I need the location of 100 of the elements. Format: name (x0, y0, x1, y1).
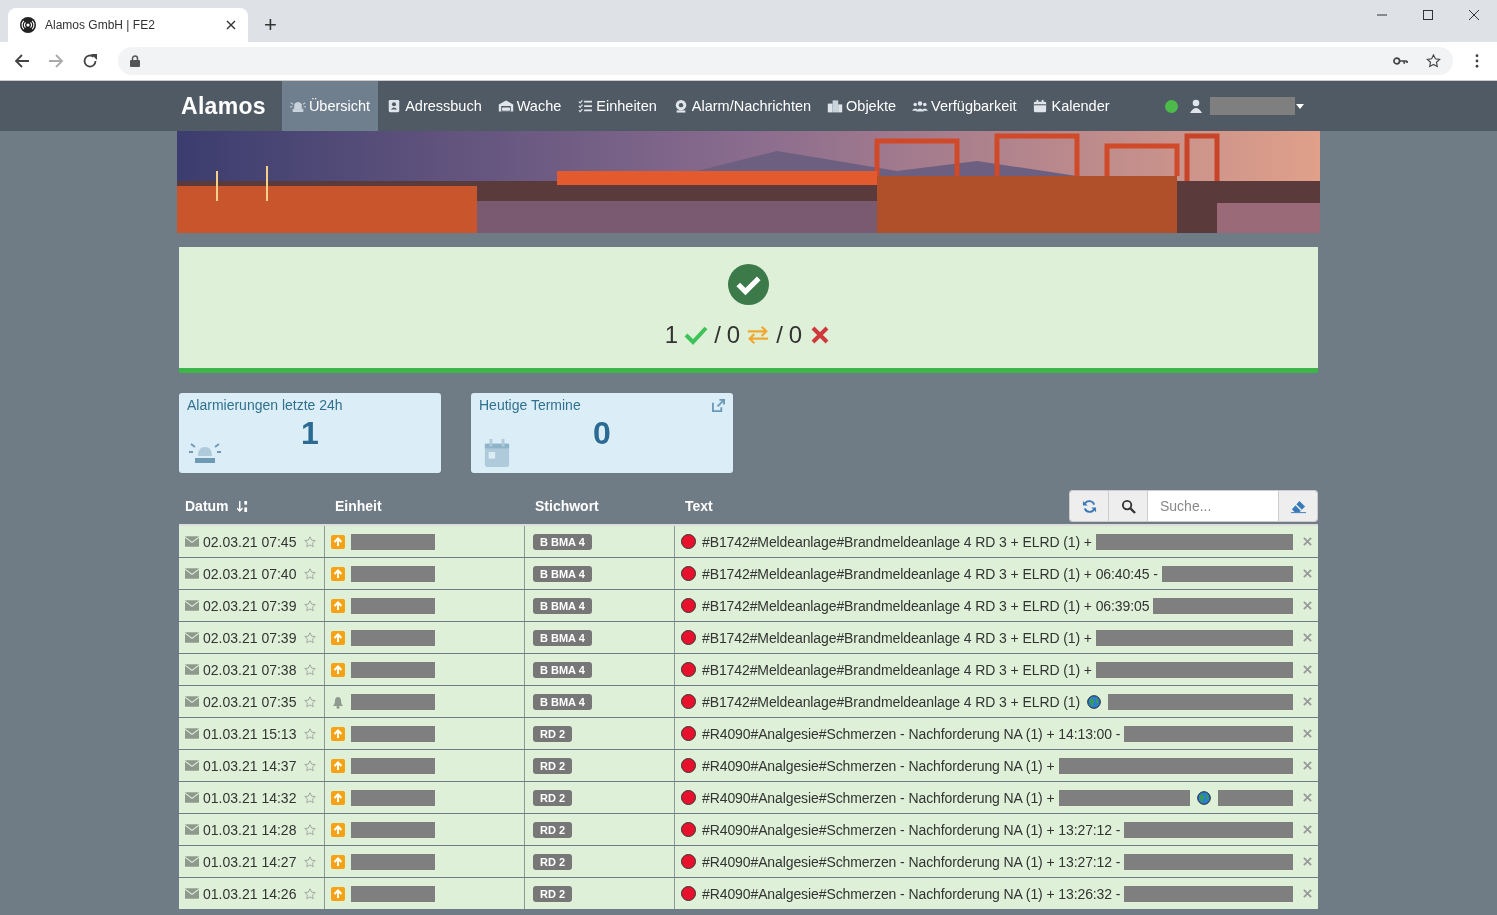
message-text: #B1742#Meldeanlage#Brandmeldeanlage 4 RD 3 + ELRD (1) + 06:39:05 (702, 597, 1150, 614)
message-text: #R4090#Analgesie#Schmerzen - Nachforderung NA (1) + 13:27:12 - (702, 853, 1121, 870)
star-icon[interactable] (304, 887, 317, 900)
star-icon[interactable] (304, 823, 317, 836)
star-icon[interactable] (304, 695, 317, 708)
status-dot (681, 790, 696, 805)
star-icon[interactable] (304, 663, 317, 676)
keyword-badge: B BMA 4 (533, 597, 592, 614)
envelope-icon (185, 888, 199, 899)
message-text: #R4090#Analgesie#Schmerzen - Nachforderung NA (1) + (702, 789, 1055, 806)
key-icon[interactable] (1393, 54, 1408, 68)
envelope-icon (185, 824, 199, 835)
status-dot (681, 566, 696, 581)
status-dot (681, 726, 696, 741)
calendar-icon (1032, 99, 1049, 113)
up-arrow-icon (331, 886, 345, 901)
column-header[interactable]: Stichwort (529, 498, 679, 514)
status-dot (681, 886, 696, 901)
date-text: 02.03.21 07:40 (203, 565, 297, 582)
nav-link[interactable]: Übersicht (281, 81, 379, 131)
forward-icon[interactable] (48, 53, 64, 69)
up-arrow-icon (331, 534, 345, 549)
nav-link[interactable]: Adressbuch (378, 81, 490, 131)
keyword-badge: RD 2 (533, 789, 573, 806)
caret-icon[interactable] (1296, 103, 1304, 109)
new-tab-button[interactable]: + (260, 12, 281, 38)
date-text: 01.03.21 14:27 (203, 853, 297, 870)
external-link-icon[interactable] (712, 398, 725, 412)
swap-arrows-icon (746, 325, 771, 345)
checklist-icon (577, 99, 594, 113)
date-text: 01.03.21 14:26 (203, 885, 297, 902)
keyword-badge: RD 2 (533, 885, 573, 902)
maximize-icon[interactable] (1423, 10, 1433, 20)
nav-link[interactable]: Verfügbarkeit (904, 81, 1025, 131)
nav-link[interactable]: Wache (489, 81, 570, 131)
message-text: #B1742#Meldeanlage#Brandmeldeanlage 4 RD 3 + ELRD (1) + (702, 629, 1092, 646)
message-text: #B1742#Meldeanlage#Brandmeldeanlage 4 RD 3 + ELRD (1) + 06:40:45 - (702, 565, 1158, 582)
star-icon[interactable] (304, 599, 317, 612)
star-icon[interactable] (304, 727, 317, 740)
star-icon[interactable] (304, 567, 317, 580)
envelope-icon (185, 696, 199, 707)
keyword-badge: B BMA 4 (533, 693, 592, 710)
envelope-icon (185, 792, 199, 803)
up-arrow-icon (331, 662, 345, 677)
nav-link[interactable]: Alarm/Nachrichten (664, 81, 820, 131)
count-transfer: 0 (726, 321, 741, 349)
keyword-badge: B BMA 4 (533, 661, 592, 678)
star-icon[interactable] (304, 855, 317, 868)
close-icon[interactable] (226, 20, 236, 30)
card-title: Alarmierungen letzte 24h (187, 397, 343, 413)
message-text: #R4090#Analgesie#Schmerzen - Nachforderung NA (1) + (702, 757, 1055, 774)
up-arrow-icon (331, 630, 345, 645)
date-text: 01.03.21 14:32 (203, 789, 297, 806)
siren-icon (289, 99, 306, 113)
column-header[interactable]: Einheit (329, 498, 529, 514)
up-arrow-icon (331, 822, 345, 837)
close-icon[interactable] (1469, 10, 1479, 20)
date-text: 02.03.21 07:45 (203, 533, 297, 550)
envelope-icon (185, 856, 199, 867)
status-dot (681, 822, 696, 837)
keyword-badge: B BMA 4 (533, 629, 592, 646)
envelope-icon (185, 568, 199, 579)
column-header[interactable]: Text (679, 498, 713, 514)
sort-icon[interactable] (236, 499, 248, 513)
star-icon[interactable] (304, 535, 317, 548)
radio-signal-icon (20, 17, 36, 33)
brand-logo[interactable]: Alamos (181, 92, 266, 120)
nav-link[interactable]: Kalender (1024, 81, 1118, 131)
status-dot (681, 854, 696, 869)
column-header[interactable]: Datum (179, 498, 329, 514)
status-dot (681, 534, 696, 549)
envelope-icon (185, 600, 199, 611)
check-icon (684, 325, 709, 345)
up-arrow-icon (331, 566, 345, 581)
message-text: #B1742#Meldeanlage#Brandmeldeanlage 4 RD 3 + ELRD (1) + (702, 533, 1092, 550)
reload-icon[interactable] (82, 53, 98, 69)
status-dot (681, 630, 696, 645)
back-icon[interactable] (14, 53, 30, 69)
star-icon[interactable] (304, 631, 317, 644)
envelope-icon (185, 760, 199, 771)
keyword-badge: B BMA 4 (533, 533, 592, 550)
keyword-badge: RD 2 (533, 725, 573, 742)
browser-tab[interactable]: Alamos GmbH | FE2 (8, 8, 248, 42)
date-text: 02.03.21 07:39 (203, 629, 297, 646)
check-circle-icon (728, 264, 769, 305)
keyword-badge: RD 2 (533, 757, 573, 774)
keyword-badge: RD 2 (533, 853, 573, 870)
date-text: 01.03.21 14:37 (203, 757, 297, 774)
date-text: 02.03.21 07:35 (203, 693, 297, 710)
nav-link[interactable]: Einheiten (569, 81, 665, 131)
more-icon[interactable] (1475, 54, 1479, 68)
star-icon[interactable] (304, 759, 317, 772)
nav-link[interactable]: Objekte (819, 81, 905, 131)
up-arrow-icon (331, 726, 345, 741)
star-icon[interactable] (304, 791, 317, 804)
count-ok: 1 (664, 321, 679, 349)
bell-icon (331, 694, 345, 709)
star-icon[interactable] (1426, 54, 1441, 68)
message-text: #R4090#Analgesie#Schmerzen - Nachforderung NA (1) + 13:27:12 - (702, 821, 1121, 838)
envelope-icon (185, 536, 199, 547)
